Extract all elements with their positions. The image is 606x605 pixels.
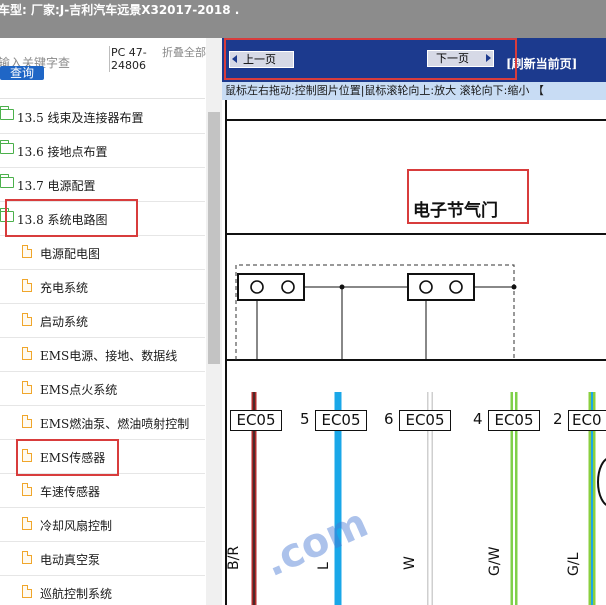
- scrollbar-thumb[interactable]: [208, 112, 220, 364]
- search-area: 输入关键字查 查询 PC 47-24806 折叠全部: [0, 38, 222, 98]
- highlight-system-circuit: [5, 199, 138, 237]
- tree-folder[interactable]: 13.6 接地点布置: [0, 134, 205, 168]
- tree-file[interactable]: 充电系统: [0, 270, 205, 304]
- connector-label: EC05: [399, 410, 451, 431]
- sidebar-scrollbar[interactable]: [206, 38, 222, 605]
- document-icon: [22, 279, 32, 292]
- usage-hint: 鼠标左右拖动:控制图片位置|鼠标滚轮向上:放大 滚轮向下:缩小 【: [222, 82, 606, 100]
- document-icon: [22, 585, 32, 598]
- document-icon: [22, 245, 32, 258]
- document-icon: [22, 381, 32, 394]
- connector-pin: 6: [384, 410, 394, 428]
- tree-folder[interactable]: 13.7 电源配置: [0, 168, 205, 202]
- divider: [0, 98, 205, 99]
- query-button[interactable]: 查询: [0, 66, 44, 80]
- left-panel: 输入关键字查 查询 PC 47-24806 折叠全部 13.5 线束及连接器布置…: [0, 38, 222, 605]
- tree-item-label: 启动系统: [40, 315, 89, 329]
- folder-icon: [0, 140, 14, 154]
- pc-label: PC 47-24806: [109, 46, 159, 72]
- tree-item-label: 冷却风扇控制: [40, 519, 113, 533]
- tree-file[interactable]: 巡航控制系统: [0, 576, 205, 605]
- tree-item-label: EMS电源、接地、数据线: [40, 349, 178, 363]
- tree-file[interactable]: 冷却风扇控制: [0, 508, 205, 542]
- tree-file[interactable]: 车速传感器: [0, 474, 205, 508]
- wire-code: G/L: [566, 552, 582, 576]
- tree-file[interactable]: 电源配电图: [0, 236, 205, 270]
- tree-item-label: 巡航控制系统: [40, 587, 113, 601]
- connector-pin: 4: [473, 410, 483, 428]
- highlight-diagram-title: [407, 169, 529, 224]
- tree-file[interactable]: EMS燃油泵、燃油喷射控制: [0, 406, 205, 440]
- connector-label: EC0: [568, 410, 606, 431]
- tree-file[interactable]: 电动真空泵: [0, 542, 205, 576]
- document-icon: [22, 483, 32, 496]
- folder-icon: [0, 106, 14, 120]
- highlight-nav-buttons: [224, 38, 517, 80]
- tree-file[interactable]: EMS点火系统: [0, 372, 205, 406]
- tree-item-label: 13.7 电源配置: [17, 179, 96, 193]
- wire-code: W: [402, 556, 418, 570]
- tree-item-label: 13.6 接地点布置: [17, 145, 108, 159]
- connector-pin: 5: [300, 410, 310, 428]
- tree-item-label: EMS点火系统: [40, 383, 118, 397]
- connector-pin: 2: [553, 410, 563, 428]
- tree-file[interactable]: EMS电源、接地、数据线: [0, 338, 205, 372]
- wire-code: G/W: [487, 546, 503, 576]
- document-icon: [22, 551, 32, 564]
- highlight-ems-sensor: [16, 439, 119, 476]
- tree-item-label: 车速传感器: [40, 485, 101, 499]
- tree-item-label: 电动真空泵: [40, 553, 101, 567]
- connector-label: EC05: [315, 410, 367, 431]
- connector-label: EC05: [230, 410, 282, 431]
- fold-all-button[interactable]: 折叠全部: [162, 46, 206, 59]
- document-icon: [22, 313, 32, 326]
- wire-code: B/R: [226, 545, 242, 570]
- content-panel: 上一页 下一页 [刷新当前页] 鼠标左右拖动:控制图片位置|鼠标滚轮向上:放大 …: [222, 38, 606, 605]
- tree-item-label: 电源配电图: [40, 247, 101, 261]
- vehicle-title: 车型: 厂家:J-吉利汽车远景X32017-2018 .: [0, 3, 240, 17]
- tree-item-label: 13.5 线束及连接器布置: [17, 111, 144, 125]
- tree-item-label: 充电系统: [40, 281, 89, 295]
- folder-icon: [0, 174, 14, 188]
- document-icon: [22, 517, 32, 530]
- connector-label: EC05: [488, 410, 540, 431]
- document-icon: [22, 347, 32, 360]
- tree-file[interactable]: 启动系统: [0, 304, 205, 338]
- tree-item-label: EMS燃油泵、燃油喷射控制: [40, 417, 190, 431]
- title-bar: 车型: 厂家:J-吉利汽车远景X32017-2018 .: [0, 0, 606, 38]
- document-icon: [22, 415, 32, 428]
- tree-folder[interactable]: 13.5 线束及连接器布置: [0, 100, 205, 134]
